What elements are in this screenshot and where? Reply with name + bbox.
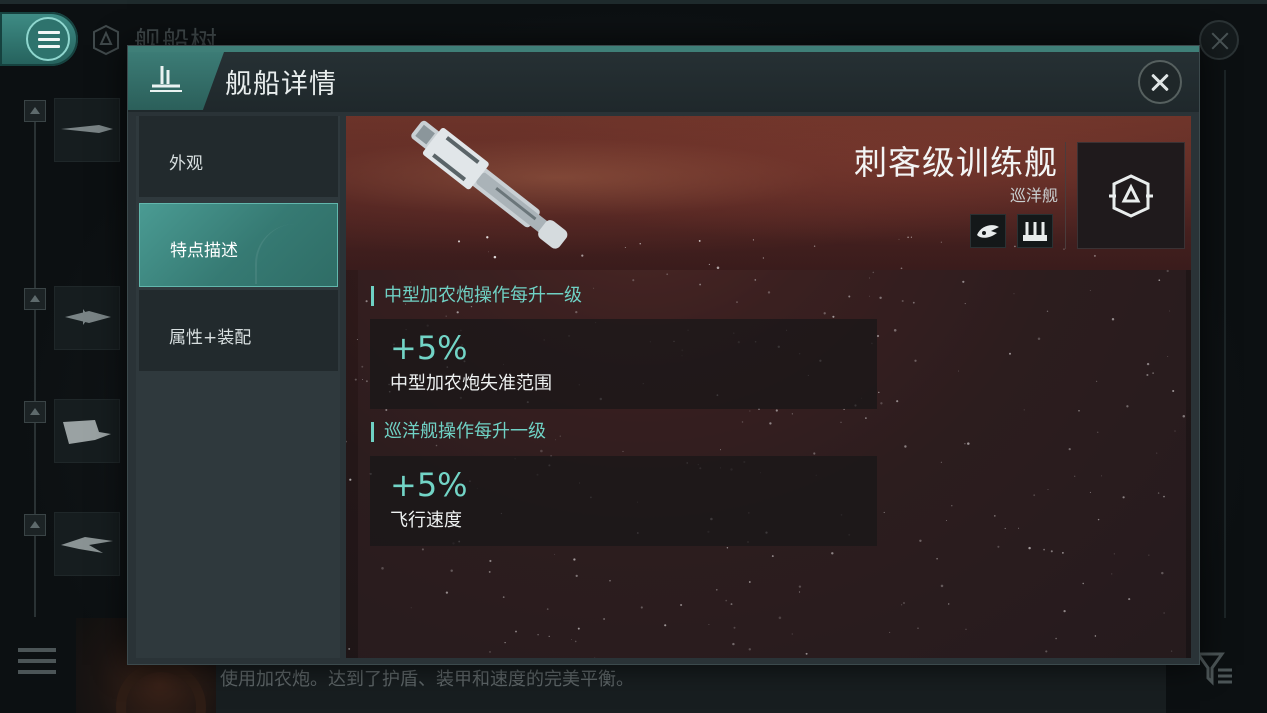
ship-render (411, 120, 568, 249)
bonus-description: 中型加农炮失准范围 (390, 373, 552, 394)
bonus-value: +5% (390, 329, 468, 367)
hamburger-icon (38, 31, 60, 52)
faction-emblem-icon (1109, 174, 1153, 218)
background-close-button[interactable] (1199, 20, 1239, 60)
traits-content: 刺客级训练舰 巡洋舰 中型加农炮操作每升一级 +5% 中型加农炮失准范围 巡洋舰… (346, 116, 1191, 658)
bonus-card: +5% 飞行速度 (370, 456, 877, 546)
detail-tabs: 外观 特点描述 属性+装配 (136, 116, 340, 658)
traits-panel: 中型加农炮操作每升一级 +5% 中型加农炮失准范围 巡洋舰操作每升一级 +5% … (358, 270, 1186, 658)
star (354, 378, 357, 381)
bonus-value: +5% (390, 466, 468, 504)
star (349, 478, 352, 481)
ship-stats-icon (150, 66, 182, 92)
filter-icon[interactable] (1196, 650, 1234, 686)
tree-ship-thumbnail[interactable] (54, 286, 120, 350)
tree-connector (34, 112, 36, 617)
tree-node-expander[interactable] (24, 401, 46, 423)
trait-skill-header: 中型加农炮操作每升一级 (371, 286, 582, 306)
ship-details-dialog: 舰船详情 外观 特点描述 属性+装配 刺客级训练舰 巡洋舰 中型加农炮操作每升一… (127, 45, 1200, 665)
main-menu-button[interactable] (0, 12, 78, 66)
tree-ship-thumbnail[interactable] (54, 399, 120, 463)
ship-tree-icon (93, 24, 119, 56)
drone-role-icon[interactable] (970, 214, 1006, 248)
tab-attributes-fitting[interactable]: 属性+装配 (139, 290, 338, 374)
tree-node-expander[interactable] (24, 100, 46, 122)
top-border (0, 0, 1267, 4)
tree-ship-thumbnail[interactable] (54, 512, 120, 576)
turret-role-icon[interactable] (1017, 214, 1053, 248)
tree-node-expander[interactable] (24, 288, 46, 310)
trait-skill-header: 巡洋舰操作每升一级 (371, 422, 546, 442)
ship-detail-screen: 舰船树 使用加农炮。达到了护盾、装甲和速度的完美平衡。 舰船详情 外观 特点描述… (0, 0, 1267, 713)
ship-name: 刺客级训练舰 (854, 143, 1058, 182)
star (346, 440, 347, 443)
ship-class: 巡洋舰 (1009, 186, 1058, 205)
tab-label: 特点描述 (170, 241, 238, 261)
bonus-card: +5% 中型加农炮失准范围 (370, 319, 877, 409)
list-menu-icon[interactable] (18, 648, 56, 681)
ship-description-text: 使用加农炮。达到了护盾、装甲和速度的完美平衡。 (220, 669, 634, 690)
tab-appearance[interactable]: 外观 (139, 116, 338, 200)
bonus-description: 飞行速度 (390, 510, 462, 531)
close-button[interactable] (1138, 60, 1182, 104)
right-divider (1224, 70, 1226, 618)
tab-traits[interactable]: 特点描述 (139, 203, 338, 287)
dialog-title: 舰船详情 (225, 69, 337, 100)
tree-ship-thumbnail[interactable] (54, 98, 120, 162)
star (348, 647, 351, 650)
tab-label: 属性+装配 (169, 328, 252, 348)
tab-label: 外观 (169, 154, 203, 174)
faction-badge (1077, 142, 1185, 249)
tree-node-expander[interactable] (24, 514, 46, 536)
header-divider (1065, 142, 1066, 249)
